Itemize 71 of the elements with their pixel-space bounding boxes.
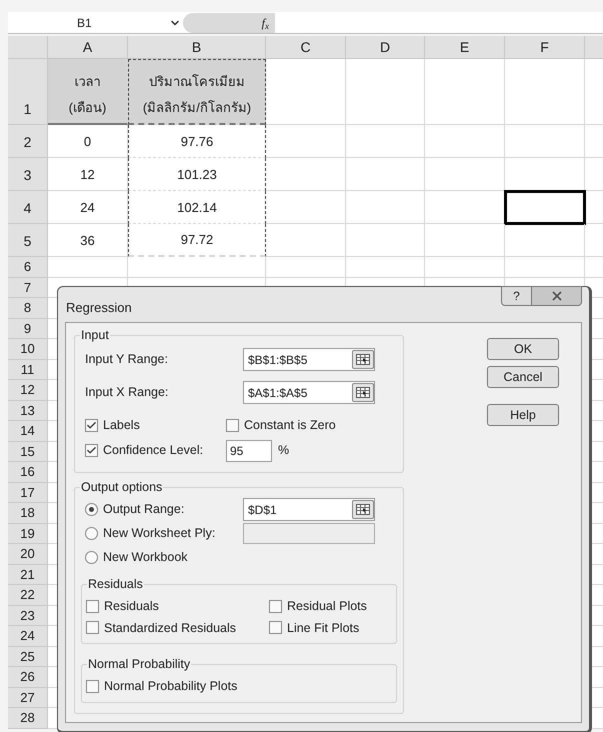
row-header[interactable]: 3 bbox=[8, 158, 48, 191]
table-cell[interactable]: 12 bbox=[48, 158, 128, 191]
help-button[interactable]: ? bbox=[501, 286, 532, 306]
table-cell[interactable]: 101.23 bbox=[128, 158, 266, 191]
table-cell[interactable]: 0 bbox=[48, 125, 128, 158]
checkbox-label: Confidence Level: bbox=[103, 442, 204, 460]
row-header[interactable]: 10 bbox=[8, 339, 48, 360]
row-header[interactable]: 18 bbox=[8, 503, 48, 524]
confidence-field[interactable]: 95 bbox=[226, 440, 272, 462]
checkbox-label: Normal Probability Plots bbox=[104, 678, 238, 696]
checkbox-label: Constant is Zero bbox=[244, 417, 336, 434]
table-cell[interactable]: ปริมาณโครเมียม (มิลลิกรัม/กิโลกรัม) bbox=[128, 59, 266, 125]
row-header[interactable]: 2 bbox=[8, 125, 48, 158]
checkbox-label: Residuals bbox=[104, 598, 159, 615]
row-header[interactable]: 23 bbox=[8, 606, 48, 626]
row-header[interactable]: 16 bbox=[8, 462, 48, 482]
row-header[interactable]: 24 bbox=[8, 626, 48, 646]
row-header[interactable]: 27 bbox=[8, 688, 48, 708]
radio-label: New Workbook bbox=[103, 549, 188, 566]
table-cell[interactable]: 102.14 bbox=[128, 191, 266, 224]
row-header[interactable]: 9 bbox=[8, 318, 48, 339]
row-header[interactable]: 14 bbox=[8, 421, 48, 442]
row-header[interactable]: 12 bbox=[8, 380, 48, 400]
radio-label: Output Range: bbox=[103, 501, 184, 518]
column-header[interactable]: D bbox=[346, 36, 425, 59]
row-header[interactable]: 13 bbox=[8, 400, 48, 421]
checkbox-label: Residual Plots bbox=[287, 598, 367, 615]
dialog-button[interactable]: Help bbox=[487, 404, 559, 426]
table-cell[interactable]: 97.72 bbox=[128, 224, 266, 257]
table-cell[interactable]: 24 bbox=[48, 191, 128, 224]
column-header[interactable]: E bbox=[425, 36, 505, 59]
range-field[interactable]: $B$1:$B$5 bbox=[243, 348, 375, 371]
row-header[interactable]: 25 bbox=[8, 646, 48, 667]
table-cell[interactable]: 36 bbox=[48, 224, 128, 257]
dialog-button[interactable]: OK bbox=[487, 338, 559, 360]
row-header[interactable]: 1 bbox=[8, 59, 48, 125]
checkbox-label: Labels bbox=[103, 417, 140, 434]
function-label: f$_{x}$ bbox=[262, 14, 269, 32]
group-title: Input bbox=[80, 327, 110, 343]
row-header[interactable]: 4 bbox=[8, 191, 48, 224]
checkbox-label: Line Fit Plots bbox=[287, 620, 360, 636]
row-header[interactable]: 5 bbox=[8, 224, 48, 257]
column-header[interactable]: F bbox=[505, 36, 585, 59]
table-cell[interactable]: 97.76 bbox=[128, 125, 266, 158]
row-header[interactable]: 26 bbox=[8, 667, 48, 688]
row-header[interactable]: 28 bbox=[8, 708, 48, 728]
row-header[interactable]: 15 bbox=[8, 442, 48, 462]
row-header[interactable]: 20 bbox=[8, 544, 48, 564]
range-field[interactable]: $D$1 bbox=[243, 498, 375, 522]
column-header[interactable]: C bbox=[266, 36, 346, 59]
field-label: Input X Range: bbox=[85, 384, 170, 402]
table-cell[interactable]: เวลา (เดือน) bbox=[48, 59, 128, 125]
row-header[interactable]: 17 bbox=[8, 482, 48, 503]
row-header[interactable]: 11 bbox=[8, 360, 48, 380]
row-header[interactable]: 8 bbox=[8, 298, 48, 318]
dialog-button[interactable]: Cancel bbox=[487, 366, 559, 388]
checkbox-label: Standardized Residuals bbox=[104, 620, 236, 636]
column-header[interactable]: A bbox=[48, 36, 128, 59]
row-header[interactable]: 7 bbox=[8, 278, 48, 298]
group-title: Normal Probability bbox=[87, 656, 192, 672]
field-label: Input Y Range: bbox=[85, 351, 169, 368]
column-header[interactable]: B bbox=[128, 36, 266, 59]
row-header[interactable]: 21 bbox=[8, 564, 48, 585]
range-field[interactable]: $A$1:$A$5 bbox=[243, 381, 375, 404]
radio-label: New Worksheet Ply: bbox=[103, 525, 216, 542]
row-header[interactable]: 22 bbox=[8, 585, 48, 606]
name-box[interactable]: B1 bbox=[8, 12, 183, 33]
row-header[interactable]: 19 bbox=[8, 524, 48, 544]
dialog-title: Regression bbox=[66, 298, 132, 317]
percent-unit: % bbox=[278, 442, 290, 460]
row-header[interactable]: 6 bbox=[8, 257, 48, 278]
